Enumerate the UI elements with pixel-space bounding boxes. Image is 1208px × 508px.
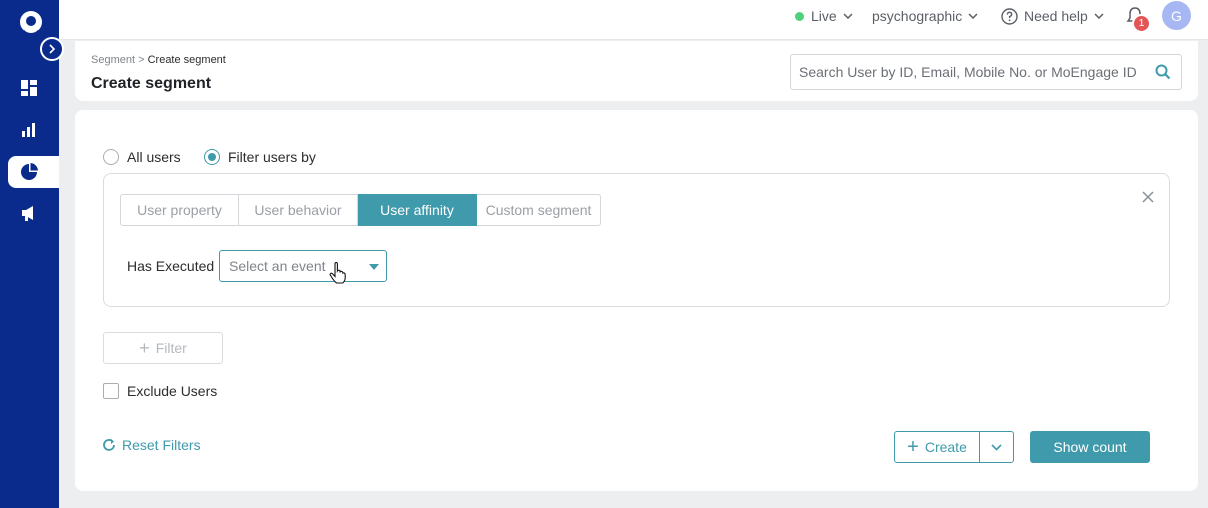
- hand-pointer-cursor-icon: [329, 262, 346, 284]
- environment-selector[interactable]: Live: [795, 0, 853, 32]
- plus-icon: +: [139, 338, 150, 358]
- page-title: Create segment: [91, 75, 212, 92]
- tab-custom-segment[interactable]: Custom segment: [477, 194, 601, 226]
- tab-user-property[interactable]: User property: [120, 194, 239, 226]
- event-select-placeholder: Select an event: [229, 258, 326, 274]
- radio-all-users-label: All users: [127, 149, 181, 165]
- moengage-logo-icon[interactable]: [17, 9, 45, 37]
- event-select-dropdown[interactable]: Select an event: [219, 250, 387, 282]
- refresh-icon: [103, 439, 115, 451]
- help-label: Need help: [1024, 8, 1088, 24]
- sidebar: [0, 0, 64, 508]
- create-label: Create: [924, 439, 967, 455]
- add-filter-label: Filter: [155, 340, 187, 356]
- environment-label: Live: [811, 8, 837, 24]
- breadcrumb-separator: >: [138, 54, 145, 66]
- live-status-dot: [795, 11, 804, 21]
- avatar[interactable]: G: [1162, 1, 1191, 30]
- notification-badge: 1: [1132, 14, 1151, 33]
- condition-label: Has Executed: [127, 258, 215, 274]
- filter-condition-box: User property User behavior User affinit…: [103, 173, 1170, 307]
- workspace-selector[interactable]: psychographic: [872, 0, 978, 32]
- exclude-users-checkbox[interactable]: [103, 383, 119, 399]
- radio-button-selected[interactable]: [204, 149, 220, 165]
- radio-all-users[interactable]: All users: [103, 148, 181, 166]
- show-count-button[interactable]: Show count: [1030, 431, 1150, 463]
- user-search-box: [790, 54, 1182, 90]
- create-options-dropdown[interactable]: [979, 431, 1014, 463]
- help-circle-icon: [1001, 7, 1018, 25]
- chevron-down-icon: [991, 443, 1002, 451]
- campaign-megaphone-icon[interactable]: [19, 203, 39, 223]
- search-icon[interactable]: [1155, 64, 1171, 80]
- tab-user-behavior[interactable]: User behavior: [239, 194, 358, 226]
- tab-user-affinity[interactable]: User affinity: [358, 194, 477, 226]
- radio-filter-users[interactable]: Filter users by: [204, 148, 316, 166]
- breadcrumb-current: Create segment: [147, 54, 226, 66]
- reset-filters-link[interactable]: Reset Filters: [102, 437, 201, 453]
- help-menu[interactable]: Need help: [1001, 0, 1104, 32]
- chevron-down-icon: [843, 13, 853, 19]
- radio-button[interactable]: [103, 149, 119, 165]
- top-bar: Live psychographic Need help 1 G: [59, 0, 1208, 40]
- radio-filter-users-label: Filter users by: [228, 149, 316, 165]
- chevron-down-icon: [968, 13, 978, 19]
- segment-pie-icon[interactable]: [19, 162, 39, 182]
- exclude-users-option[interactable]: Exclude Users: [103, 383, 217, 399]
- workspace-label: psychographic: [872, 8, 963, 24]
- close-icon[interactable]: [1141, 190, 1155, 204]
- sidebar-expand-icon[interactable]: [40, 37, 64, 61]
- plus-icon: +: [907, 436, 919, 458]
- breadcrumb: Segment > Create segment: [91, 54, 226, 66]
- dashboard-icon[interactable]: [19, 78, 39, 98]
- exclude-users-label: Exclude Users: [127, 383, 218, 399]
- caret-down-icon: [369, 264, 379, 270]
- segment-builder-card: All users Filter users by User property …: [75, 110, 1198, 491]
- chevron-down-icon: [1094, 13, 1104, 19]
- filter-type-tabs: User property User behavior User affinit…: [120, 194, 601, 226]
- user-search-input[interactable]: [791, 55, 1146, 89]
- analytics-icon[interactable]: [19, 120, 39, 140]
- create-button[interactable]: + Create: [894, 431, 980, 463]
- add-filter-button[interactable]: + Filter: [103, 332, 223, 364]
- page-header: Segment > Create segment Create segment: [75, 41, 1198, 101]
- reset-filters-label: Reset Filters: [122, 437, 201, 453]
- breadcrumb-parent[interactable]: Segment: [91, 54, 135, 66]
